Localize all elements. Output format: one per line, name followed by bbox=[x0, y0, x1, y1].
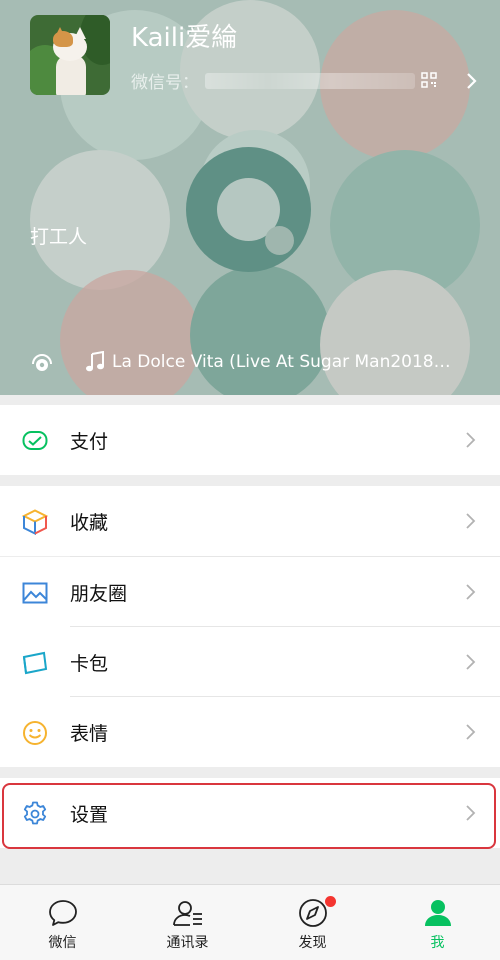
now-playing-song[interactable]: La Dolce Vita (Live At Sugar Man20180… bbox=[112, 352, 452, 372]
tab-chats[interactable]: 微信 bbox=[0, 885, 125, 960]
me-icon bbox=[425, 900, 451, 926]
chevron-right-icon bbox=[466, 724, 476, 740]
menu-label-moments: 朋友圈 bbox=[70, 583, 128, 605]
status-text[interactable]: 打工人 bbox=[30, 222, 87, 249]
tab-label: 我 bbox=[430, 935, 445, 951]
tab-me[interactable]: 我 bbox=[375, 885, 500, 960]
bottom-tab-bar: 微信 通讯录 发现 我 bbox=[0, 884, 500, 960]
menu-item-cards[interactable]: 卡包 bbox=[0, 627, 500, 697]
nickname: Kaili爱綸 bbox=[131, 23, 238, 53]
menu-item-stickers[interactable]: 表情 bbox=[0, 697, 500, 767]
avatar[interactable] bbox=[30, 15, 110, 95]
cover-bubble bbox=[60, 270, 200, 395]
chevron-right-icon bbox=[466, 432, 476, 448]
menu-label-cards: 卡包 bbox=[70, 653, 109, 675]
smiley-icon bbox=[23, 721, 47, 745]
chevron-right-icon[interactable] bbox=[463, 71, 481, 91]
pay-icon bbox=[22, 431, 48, 450]
chevron-right-icon bbox=[466, 584, 476, 600]
menu-label-pay: 支付 bbox=[70, 431, 109, 453]
tab-contacts[interactable]: 通讯录 bbox=[125, 885, 250, 960]
cube-icon bbox=[22, 509, 48, 535]
picture-icon bbox=[22, 582, 48, 604]
tab-label: 通讯录 bbox=[166, 935, 209, 951]
qr-code-icon[interactable] bbox=[421, 72, 437, 88]
chevron-right-icon bbox=[466, 654, 476, 670]
wechat-id-label: 微信号： bbox=[131, 73, 199, 93]
menu-label-stickers: 表情 bbox=[70, 723, 109, 745]
chevron-right-icon bbox=[466, 513, 476, 529]
wechat-id-row[interactable]: 微信号： bbox=[131, 68, 415, 93]
menu-label-favorites: 收藏 bbox=[70, 512, 109, 534]
music-note-icon bbox=[86, 351, 104, 372]
chat-bubble-icon bbox=[49, 900, 77, 926]
settings-highlight-box bbox=[2, 783, 496, 849]
cover-bubble bbox=[30, 150, 170, 290]
cover-bubble bbox=[190, 265, 330, 395]
tab-discover[interactable]: 发现 bbox=[250, 885, 375, 960]
tab-label: 发现 bbox=[298, 935, 327, 951]
menu-item-moments[interactable]: 朋友圈 bbox=[0, 557, 500, 627]
contacts-icon bbox=[173, 901, 202, 926]
cover-ring-decoration bbox=[186, 147, 311, 272]
profile-header[interactable]: Kaili爱綸 微信号： 打工人 La Dolce Vita (Live At … bbox=[0, 0, 500, 395]
listening-icon[interactable] bbox=[30, 350, 54, 374]
tab-label: 微信 bbox=[48, 935, 77, 951]
cover-bubble bbox=[320, 270, 470, 395]
card-wallet-icon bbox=[22, 651, 48, 675]
menu-item-pay[interactable]: 支付 bbox=[0, 405, 500, 475]
notification-dot bbox=[325, 896, 336, 907]
wechat-id-redacted bbox=[205, 72, 415, 89]
menu-item-favorites[interactable]: 收藏 bbox=[0, 486, 500, 556]
